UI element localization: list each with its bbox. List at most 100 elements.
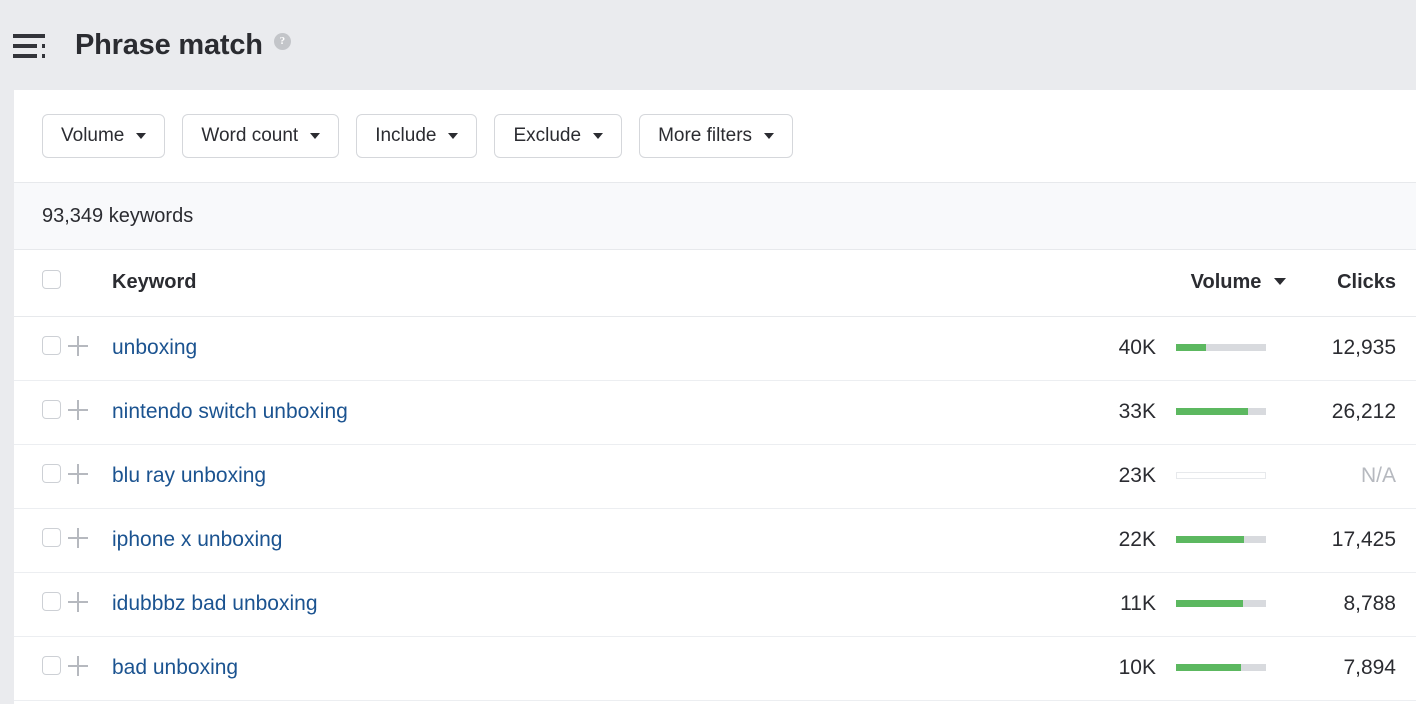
volume-bar <box>1176 536 1266 543</box>
row-select-cell <box>14 380 68 444</box>
column-header-volume[interactable]: Volume <box>1048 250 1286 316</box>
volume-bar-fill <box>1176 344 1206 351</box>
table-row[interactable]: blu ray unboxing 23K N/A <box>14 444 1416 508</box>
filter-more-filters-button[interactable]: More filters <box>639 114 793 158</box>
table-row[interactable]: iphone x unboxing 22K 17,425 <box>14 508 1416 572</box>
volume-bar <box>1176 344 1266 351</box>
keyword-count-text: 93,349 keywords <box>42 205 193 228</box>
row-checkbox[interactable] <box>42 656 61 675</box>
menu-icon-bar-3 <box>13 54 47 58</box>
row-volume-cell: 11K <box>1048 572 1156 636</box>
table-header-row: Keyword Volume Clicks <box>14 250 1416 316</box>
page-title: Phrase match <box>75 29 263 62</box>
filter-more-filters-label: More filters <box>658 125 752 147</box>
menu-icon-segment <box>13 44 37 48</box>
row-keyword-cell: bad unboxing <box>112 636 1048 700</box>
menu-icon-bar-2 <box>13 44 47 48</box>
row-add-cell <box>68 316 112 380</box>
filter-toolbar: Volume Word count Include Exclude More f… <box>14 90 1416 182</box>
filter-include-button[interactable]: Include <box>356 114 477 158</box>
plus-icon[interactable] <box>68 528 88 548</box>
row-select-cell <box>14 316 68 380</box>
volume-bar-empty <box>1176 472 1266 479</box>
filter-exclude-label: Exclude <box>513 125 581 147</box>
row-add-cell <box>68 444 112 508</box>
row-volume-bar-cell <box>1156 636 1286 700</box>
plus-icon[interactable] <box>68 336 88 356</box>
row-clicks-cell: N/A <box>1286 444 1416 508</box>
keyword-link[interactable]: bad unboxing <box>112 656 238 679</box>
row-volume-bar-cell <box>1156 572 1286 636</box>
plus-icon[interactable] <box>68 464 88 484</box>
volume-bar <box>1176 600 1266 607</box>
column-header-clicks-label: Clicks <box>1337 271 1396 293</box>
filter-volume-button[interactable]: Volume <box>42 114 165 158</box>
table-row[interactable]: idubbbz bad unboxing 11K 8,788 <box>14 572 1416 636</box>
row-add-cell <box>68 380 112 444</box>
menu-icon-dot <box>42 54 45 58</box>
row-add-cell <box>68 508 112 572</box>
keyword-link[interactable]: unboxing <box>112 336 197 359</box>
table-row[interactable]: unboxing 40K 12,935 <box>14 316 1416 380</box>
plus-icon[interactable] <box>68 656 88 676</box>
table-header: Keyword Volume Clicks <box>14 250 1416 316</box>
column-header-keyword[interactable]: Keyword <box>112 250 1048 316</box>
row-checkbox[interactable] <box>42 592 61 611</box>
filter-word-count-button[interactable]: Word count <box>182 114 339 158</box>
row-volume-cell: 40K <box>1048 316 1156 380</box>
column-header-keyword-label: Keyword <box>112 271 196 293</box>
volume-bar-fill <box>1176 536 1244 543</box>
row-keyword-cell: blu ray unboxing <box>112 444 1048 508</box>
row-volume-bar-cell <box>1156 444 1286 508</box>
row-select-cell <box>14 508 68 572</box>
row-volume-bar-cell <box>1156 380 1286 444</box>
chevron-down-icon <box>136 133 146 139</box>
row-clicks-cell: 17,425 <box>1286 508 1416 572</box>
help-icon[interactable]: ? <box>274 33 291 50</box>
keyword-link[interactable]: idubbbz bad unboxing <box>112 592 318 615</box>
row-clicks-cell: 7,894 <box>1286 636 1416 700</box>
row-keyword-cell: idubbbz bad unboxing <box>112 572 1048 636</box>
table-row[interactable]: bad unboxing 10K 7,894 <box>14 636 1416 700</box>
row-volume-cell: 22K <box>1048 508 1156 572</box>
filter-volume-label: Volume <box>61 125 124 147</box>
row-clicks-cell: 8,788 <box>1286 572 1416 636</box>
chevron-down-icon <box>310 133 320 139</box>
row-select-cell <box>14 572 68 636</box>
keyword-link[interactable]: iphone x unboxing <box>112 528 282 551</box>
add-column-header <box>68 250 112 316</box>
keywords-card: Volume Word count Include Exclude More f… <box>14 90 1416 704</box>
row-keyword-cell: iphone x unboxing <box>112 508 1048 572</box>
menu-icon-bar-1 <box>13 34 47 38</box>
volume-bar-fill <box>1176 408 1248 415</box>
plus-icon[interactable] <box>68 592 88 612</box>
filter-include-label: Include <box>375 125 436 147</box>
keywords-table: Keyword Volume Clicks <box>14 250 1416 701</box>
table-row[interactable]: nintendo switch unboxing 33K 26,212 <box>14 380 1416 444</box>
table-body: unboxing 40K 12,935 nintendo s <box>14 316 1416 700</box>
row-select-cell <box>14 636 68 700</box>
sort-desc-icon <box>1274 278 1286 285</box>
row-volume-bar-cell <box>1156 316 1286 380</box>
plus-icon[interactable] <box>68 400 88 420</box>
menu-icon-segment <box>13 54 37 58</box>
hamburger-menu-icon[interactable] <box>13 31 47 59</box>
chevron-down-icon <box>448 133 458 139</box>
select-all-checkbox[interactable] <box>42 270 61 289</box>
filter-exclude-button[interactable]: Exclude <box>494 114 622 158</box>
row-checkbox[interactable] <box>42 528 61 547</box>
select-all-header <box>14 250 68 316</box>
filter-word-count-label: Word count <box>201 125 298 147</box>
keyword-link[interactable]: blu ray unboxing <box>112 464 266 487</box>
volume-bar-fill <box>1176 664 1241 671</box>
row-volume-cell: 10K <box>1048 636 1156 700</box>
row-select-cell <box>14 444 68 508</box>
row-checkbox[interactable] <box>42 336 61 355</box>
keyword-link[interactable]: nintendo switch unboxing <box>112 400 348 423</box>
column-header-clicks[interactable]: Clicks <box>1286 250 1416 316</box>
menu-icon-dot <box>42 44 45 48</box>
row-checkbox[interactable] <box>42 464 61 483</box>
row-checkbox[interactable] <box>42 400 61 419</box>
row-volume-cell: 33K <box>1048 380 1156 444</box>
volume-bar <box>1176 664 1266 671</box>
